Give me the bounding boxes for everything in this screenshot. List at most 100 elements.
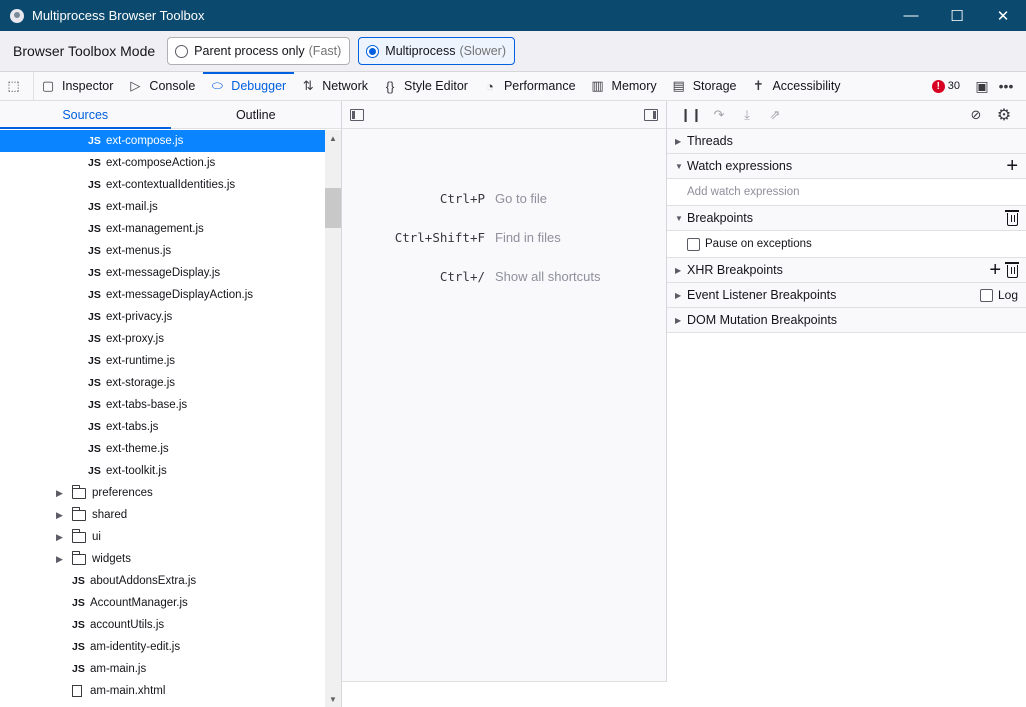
pause-icon[interactable]: ❙❙ — [677, 107, 705, 123]
tree-item-label: ext-management.js — [106, 223, 204, 235]
tab-outline[interactable]: Outline — [171, 101, 342, 128]
step-out-icon[interactable]: ⇗ — [761, 107, 789, 123]
tree-folder[interactable]: ▶ preferences — [0, 482, 325, 504]
tree-file[interactable]: JS ext-privacy.js — [0, 306, 325, 328]
tree-file[interactable]: JS ext-mail.js — [0, 196, 325, 218]
tab-debugger[interactable]: ⬭ Debugger — [203, 72, 295, 100]
tree-file[interactable]: JS ext-tabs.js — [0, 416, 325, 438]
chevron-right-icon[interactable]: ▶ — [56, 554, 66, 565]
tab-network[interactable]: ⇅ Network — [294, 72, 376, 100]
tab-label: Inspector — [62, 79, 114, 93]
tree-file[interactable]: JS ext-management.js — [0, 218, 325, 240]
tree-file[interactable]: JS ext-contextualIdentities.js — [0, 174, 325, 196]
chevron-right-icon[interactable]: ▶ — [56, 488, 66, 499]
tree-file[interactable]: JS am-main.js — [0, 658, 325, 680]
toggle-sidebar-icon[interactable] — [644, 108, 658, 121]
settings-gear-icon[interactable]: ⚙ — [990, 105, 1018, 125]
tree-file[interactable]: JS ext-proxy.js — [0, 328, 325, 350]
toggle-sources-icon[interactable] — [350, 108, 364, 121]
maximize-button[interactable]: ☐ — [934, 0, 980, 31]
tree-file[interactable]: JS ext-toolkit.js — [0, 460, 325, 482]
tree-item-label: ext-tabs-base.js — [106, 399, 188, 411]
scroll-up-icon[interactable]: ▲ — [325, 130, 341, 146]
shortcut-key: Ctrl+P — [439, 191, 485, 206]
tree-file[interactable]: JS ext-messageDisplayAction.js — [0, 284, 325, 306]
tab-accessibility[interactable]: ✝ Accessibility — [744, 72, 848, 100]
pause-on-exceptions-row[interactable]: Pause on exceptions — [667, 231, 1026, 258]
shortcut-go-to-file[interactable]: Ctrl+P Go to file — [342, 191, 667, 230]
close-button[interactable]: ✕ — [980, 0, 1026, 31]
watch-expressions-header[interactable]: ▼ Watch expressions + — [667, 154, 1026, 179]
deactivate-breakpoints-icon[interactable]: ⊘ — [962, 107, 990, 123]
tab-label: Console — [149, 79, 196, 93]
console-icon: ▷ — [130, 78, 141, 93]
shortcut-show-all[interactable]: Ctrl+/ Show all shortcuts — [342, 269, 667, 308]
threads-header[interactable]: ▶ Threads — [667, 129, 1026, 154]
tree-file[interactable]: JS ext-tabs-base.js — [0, 394, 325, 416]
error-count-badge[interactable]: ! 30 — [931, 79, 960, 93]
step-in-icon[interactable]: ⤓ — [733, 107, 761, 123]
tab-storage[interactable]: ▤ Storage — [665, 72, 745, 100]
chevron-right-icon[interactable]: ▶ — [56, 532, 66, 543]
inspector-icon: ▢ — [41, 78, 55, 93]
tab-memory[interactable]: ▥ Memory — [584, 72, 665, 100]
accessibility-icon: ✝ — [753, 78, 764, 93]
pause-exceptions-checkbox[interactable] — [687, 237, 700, 251]
parent-process-option[interactable]: Parent process only (Fast) — [167, 37, 351, 65]
watch-expression-input[interactable]: Add watch expression — [667, 179, 1026, 206]
multiprocess-option[interactable]: Multiprocess (Slower) — [358, 37, 515, 65]
tree-file[interactable]: JS ext-menus.js — [0, 240, 325, 262]
scroll-thumb[interactable] — [325, 188, 341, 228]
tree-folder[interactable]: ▶ ui — [0, 526, 325, 548]
element-picker-button[interactable]: ⬚ — [0, 72, 34, 100]
tree-folder[interactable]: ▶ widgets — [0, 548, 325, 570]
tree-file[interactable]: JS am-identity-edit.js — [0, 636, 325, 658]
tree-file[interactable]: JS ext-composeAction.js — [0, 152, 325, 174]
log-checkbox[interactable] — [979, 288, 993, 302]
js-file-icon: JS — [88, 179, 101, 191]
tree-item-label: ext-theme.js — [106, 443, 169, 455]
tab-console[interactable]: ▷ Console — [121, 72, 203, 100]
tree-file[interactable]: JS ext-messageDisplay.js — [0, 262, 325, 284]
log-toggle[interactable]: Log — [979, 288, 1018, 302]
minimize-button[interactable]: — — [888, 0, 934, 31]
add-watch-icon[interactable]: + — [1006, 156, 1018, 176]
tree-file[interactable]: JS ext-runtime.js — [0, 350, 325, 372]
shortcut-desc: Find in files — [495, 230, 561, 245]
js-file-icon: JS — [72, 575, 85, 587]
add-xhr-icon[interactable]: + — [989, 260, 1001, 280]
event-listener-breakpoints-header[interactable]: ▶ Event Listener Breakpoints Log — [667, 283, 1026, 308]
tree-file[interactable]: JS AccountManager.js — [0, 592, 325, 614]
sources-scrollbar[interactable]: ▲ ▼ — [325, 130, 341, 707]
js-file-icon: JS — [72, 663, 85, 675]
xhr-breakpoints-header[interactable]: ▶ XHR Breakpoints + — [667, 258, 1026, 283]
js-file-icon: JS — [72, 597, 85, 609]
tab-performance[interactable]: ◔ Performance — [476, 72, 584, 100]
step-over-icon[interactable]: ↷ — [705, 107, 733, 123]
remove-breakpoints-icon[interactable] — [1005, 209, 1019, 226]
tree-file[interactable]: JS aboutAddonsExtra.js — [0, 570, 325, 592]
chevron-right-icon: ▶ — [675, 136, 682, 146]
tab-style-editor[interactable]: {} Style Editor — [376, 72, 476, 100]
tree-folder[interactable]: ▶ shared — [0, 504, 325, 526]
dock-options-icon[interactable]: ▣ — [970, 78, 994, 95]
title-bar: Multiprocess Browser Toolbox — ☐ ✕ — [0, 0, 1026, 31]
tab-label: Accessibility — [772, 79, 841, 93]
error-icon: ! — [931, 79, 945, 93]
breakpoints-header[interactable]: ▼ Breakpoints — [667, 206, 1026, 231]
remove-xhr-icon[interactable] — [1005, 261, 1019, 278]
tree-file[interactable]: JS ext-storage.js — [0, 372, 325, 394]
scroll-down-icon[interactable]: ▼ — [325, 691, 341, 707]
tree-file[interactable]: JS accountUtils.js — [0, 614, 325, 636]
event-listener-label: Event Listener Breakpoints — [687, 288, 837, 302]
chevron-right-icon[interactable]: ▶ — [56, 510, 66, 521]
tab-sources[interactable]: Sources — [0, 101, 171, 129]
tab-inspector[interactable]: ▢ Inspector — [34, 72, 121, 100]
shortcut-find-in-files[interactable]: Ctrl+Shift+F Find in files — [342, 230, 667, 269]
more-options-icon[interactable]: ••• — [994, 78, 1018, 94]
tree-file[interactable]: JS ext-theme.js — [0, 438, 325, 460]
dom-mutation-breakpoints-header[interactable]: ▶ DOM Mutation Breakpoints — [667, 308, 1026, 333]
tree-file[interactable]: am-main.xhtml — [0, 680, 325, 702]
tree-file[interactable]: JS ext-compose.js — [0, 130, 325, 152]
shortcut-desc: Go to file — [495, 191, 548, 206]
